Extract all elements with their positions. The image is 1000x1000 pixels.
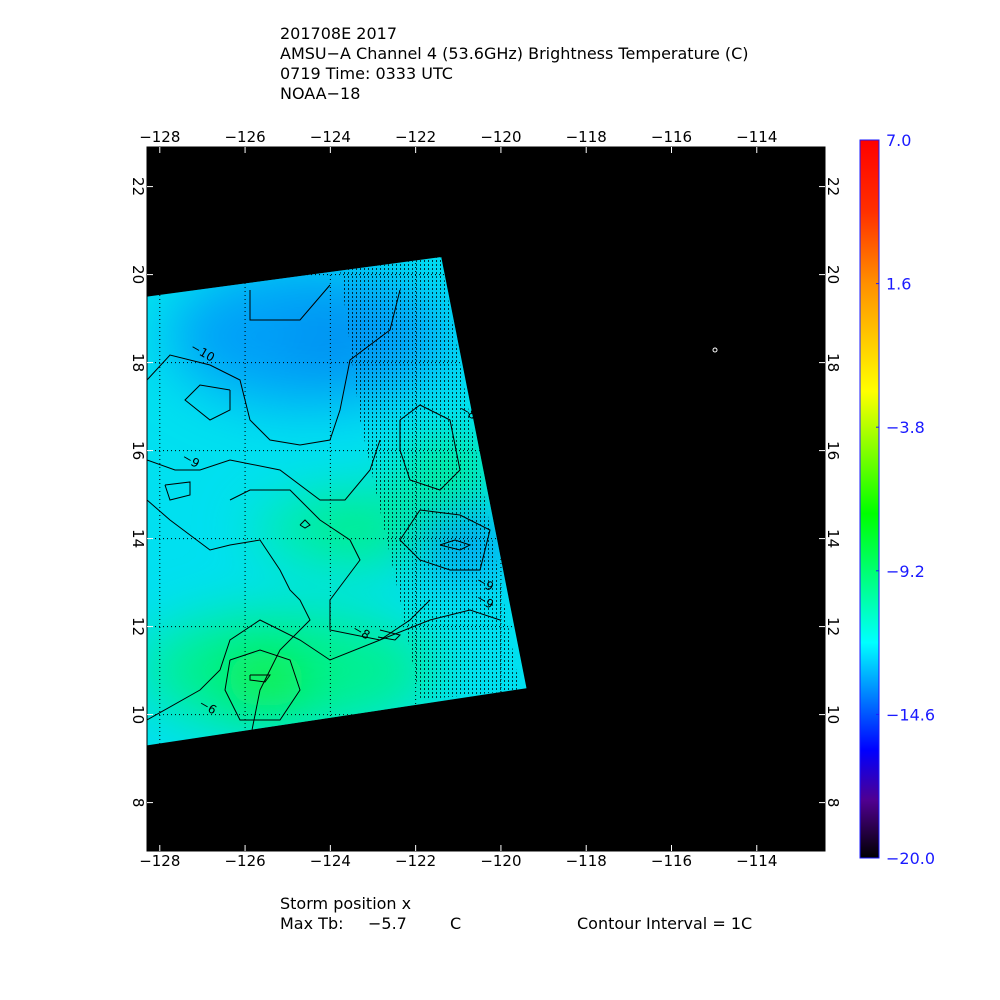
storm-position-text: Storm position x xyxy=(280,894,412,913)
colorbar-tick-label: −20.0 xyxy=(886,849,935,868)
x-tick-label-top: −116 xyxy=(651,128,692,146)
contour-interval-text: Contour Interval = 1C xyxy=(577,914,753,933)
x-tick-label-bottom: −118 xyxy=(566,852,607,870)
y-tick-label-right: 20 xyxy=(824,265,842,284)
y-tick-label-left: 10 xyxy=(129,705,147,724)
x-tick-label-top: −120 xyxy=(480,128,521,146)
map-plot: −10−9−8−9−6−8−9 −128−128−126−126−124−124… xyxy=(129,128,935,870)
y-tick-label-right: 14 xyxy=(824,529,842,548)
y-tick-label-left: 8 xyxy=(129,798,147,808)
x-tick-label-bottom: −128 xyxy=(139,852,180,870)
y-tick-label-right: 10 xyxy=(824,705,842,724)
x-tick-label-top: −128 xyxy=(139,128,180,146)
y-tick-label-right: 8 xyxy=(824,798,842,808)
y-tick-label-left: 20 xyxy=(129,265,147,284)
y-tick-label-left: 16 xyxy=(129,441,147,460)
y-tick-label-right: 22 xyxy=(824,177,842,196)
colorbar-tick-label: −9.2 xyxy=(886,562,925,581)
y-tick-label-right: 18 xyxy=(824,353,842,372)
x-tick-label-top: −122 xyxy=(395,128,436,146)
y-tick-label-left: 18 xyxy=(129,353,147,372)
x-tick-label-top: −124 xyxy=(310,128,351,146)
max-tb-label: Max Tb: xyxy=(280,914,344,933)
colorbar-tick-label: −3.8 xyxy=(886,418,925,437)
y-tick-label-left: 12 xyxy=(129,617,147,636)
colorbar-tick-label: 1.6 xyxy=(886,275,911,294)
colorbar xyxy=(859,139,880,859)
max-tb-unit: C xyxy=(450,914,462,933)
x-tick-label-bottom: −120 xyxy=(480,852,521,870)
x-tick-label-top: −118 xyxy=(566,128,607,146)
x-tick-label-bottom: −114 xyxy=(736,852,777,870)
y-tick-label-left: 22 xyxy=(129,177,147,196)
x-tick-label-bottom: −116 xyxy=(651,852,692,870)
colorbar-tick-label: −14.6 xyxy=(886,705,935,724)
y-tick-label-right: 16 xyxy=(824,441,842,460)
x-tick-label-top: −114 xyxy=(736,128,777,146)
x-tick-label-bottom: −126 xyxy=(224,852,265,870)
x-tick-label-bottom: −122 xyxy=(395,852,436,870)
max-tb-value: −5.7 xyxy=(368,914,407,933)
chart-root: 201708E 2017 AMSU−A Channel 4 (53.6GHz) … xyxy=(0,0,1000,1000)
y-tick-label-left: 14 xyxy=(129,529,147,548)
x-tick-label-top: −126 xyxy=(224,128,265,146)
x-tick-label-bottom: −124 xyxy=(310,852,351,870)
colorbar-tick-label: 7.0 xyxy=(886,131,911,150)
y-tick-label-right: 12 xyxy=(824,617,842,636)
